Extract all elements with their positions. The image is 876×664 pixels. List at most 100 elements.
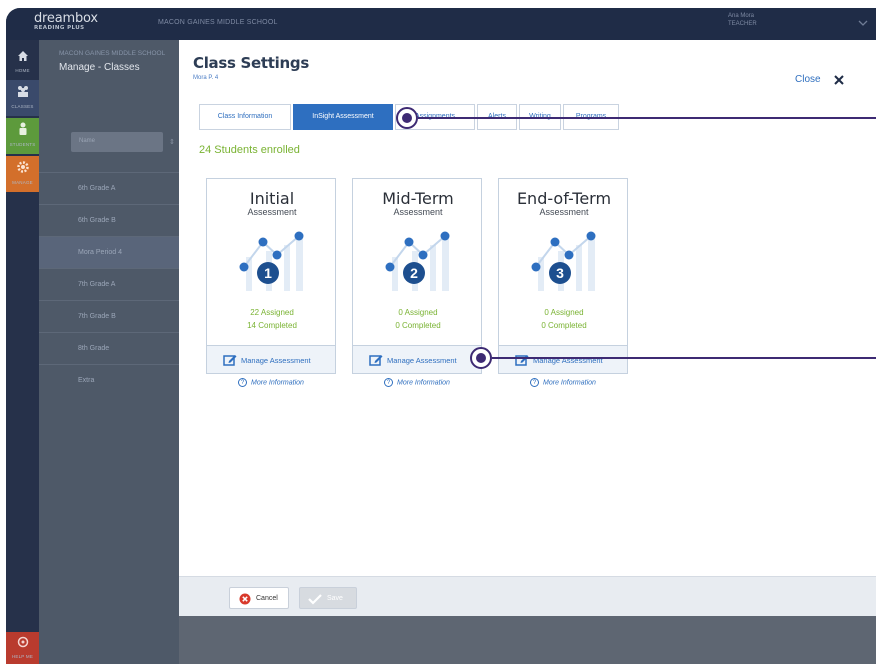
more-information-label: More Information: [397, 379, 450, 387]
assigned-count: 0 Assigned: [398, 308, 438, 317]
completed-count: 0 Completed: [541, 321, 587, 330]
nav-students[interactable]: STUDENTS: [6, 118, 39, 154]
nav-classes[interactable]: CLASSES: [6, 80, 39, 116]
save-label: Save: [327, 595, 343, 602]
class-row[interactable]: 8th Grade: [39, 332, 179, 364]
class-name: 7th Grade A: [78, 281, 116, 288]
edit-icon: [369, 355, 383, 366]
nav-help[interactable]: HELP ME: [6, 632, 39, 664]
modal-subtitle: Mora P. 4: [193, 75, 219, 81]
nav-home[interactable]: HOME: [6, 46, 39, 76]
callout-marker: [470, 347, 492, 369]
assessment-graph-icon: 3: [531, 231, 596, 291]
tab-class-information[interactable]: Class Information: [199, 104, 291, 130]
dreambox-logo[interactable]: dreambox READING PLUS: [34, 12, 98, 31]
card-number: 2: [410, 265, 418, 281]
card-subtitle: Assessment: [539, 207, 589, 217]
completed-count: 0 Completed: [395, 321, 441, 330]
close-button[interactable]: Close: [795, 74, 821, 85]
modal-title: Class Settings: [193, 54, 309, 72]
callout-leader-line: [492, 357, 876, 359]
question-icon: ?: [384, 378, 394, 387]
name-sort-header[interactable]: Name: [71, 132, 163, 152]
panel-school-name: MACON GAINES MIDDLE SCHOOL: [59, 50, 166, 57]
close-icon[interactable]: [834, 75, 844, 85]
nav-manage-label: MANAGE: [12, 180, 33, 185]
class-name: Mora Period 4: [78, 249, 122, 256]
class-row[interactable]: 7th Grade B: [39, 300, 179, 332]
manage-assessment-label: Manage Assessment: [387, 356, 457, 365]
class-name: 7th Grade B: [78, 313, 116, 320]
more-information-link[interactable]: ? More Information: [498, 378, 628, 387]
assessment-card-mid-term: Mid-Term Assessment 2 0 Assigned 0 Compl…: [352, 178, 482, 374]
assessment-card-end-of-term: End-of-Term Assessment 3 0 Assigned 0 Co…: [498, 178, 628, 374]
sort-icon[interactable]: ⇕: [169, 138, 175, 146]
class-settings-modal: Class Settings Mora P. 4 Close Class Inf…: [179, 40, 876, 616]
assigned-count: 0 Assigned: [544, 308, 584, 317]
user-name: Ana Mora: [728, 13, 755, 19]
question-icon: ?: [238, 378, 248, 387]
cancel-icon: [239, 593, 251, 605]
assessment-card-initial: Initial Assessment 1 22 Assigned 14 Comp…: [206, 178, 336, 374]
class-row[interactable]: 6th Grade B: [39, 204, 179, 236]
name-header-label: Name: [79, 138, 96, 144]
modal-footer: Cancel Save: [179, 576, 876, 616]
logo-text: dreambox: [34, 11, 98, 26]
card-number: 3: [556, 265, 564, 281]
manage-classes-panel: MACON GAINES MIDDLE SCHOOL Manage - Clas…: [39, 40, 179, 664]
students-enrolled: 24 Students enrolled: [199, 144, 300, 156]
help-icon: [17, 636, 28, 648]
more-information-label: More Information: [251, 379, 304, 387]
class-name: 6th Grade B: [78, 217, 116, 224]
app-screen: dreambox READING PLUS MACON GAINES MIDDL…: [6, 8, 876, 664]
school-name: MACON GAINES MIDDLE SCHOOL: [158, 19, 278, 26]
card-subtitle: Assessment: [393, 207, 443, 217]
home-icon: [17, 51, 28, 61]
question-icon: ?: [530, 378, 540, 387]
card-title: Initial: [249, 189, 295, 208]
card-title: End-of-Term: [516, 189, 612, 208]
class-row-selected[interactable]: Mora Period 4: [39, 236, 179, 268]
manage-assessment-button[interactable]: Manage Assessment: [499, 345, 627, 373]
cancel-label: Cancel: [256, 595, 278, 602]
class-row[interactable]: Extra: [39, 364, 179, 396]
save-button[interactable]: Save: [299, 587, 357, 609]
chevron-down-icon[interactable]: [857, 18, 869, 28]
assessment-graph-icon: 1: [239, 231, 304, 291]
nav-students-label: STUDENTS: [9, 142, 36, 147]
class-name: 8th Grade: [78, 345, 110, 352]
edit-icon: [223, 355, 237, 366]
user-role: TEACHER: [728, 21, 757, 27]
class-row[interactable]: 6th Grade A: [39, 172, 179, 204]
nav-help-label: HELP ME: [11, 654, 34, 659]
callout-leader-line: [418, 117, 876, 119]
user-menu[interactable]: Ana Mora TEACHER: [728, 12, 757, 28]
nav-home-label: HOME: [15, 68, 30, 73]
classes-icon: [17, 86, 28, 97]
manage-assessment-label: Manage Assessment: [241, 356, 311, 365]
class-row[interactable]: 7th Grade A: [39, 268, 179, 300]
assigned-count: 22 Assigned: [250, 308, 294, 317]
assessment-graph-icon: 2: [385, 231, 450, 291]
completed-count: 14 Completed: [247, 321, 297, 330]
nav-manage[interactable]: MANAGE: [6, 156, 39, 192]
card-title: Mid-Term: [382, 189, 454, 208]
manage-assessment-button[interactable]: Manage Assessment: [353, 345, 481, 373]
more-information-label: More Information: [543, 379, 596, 387]
tab-insight-assessment[interactable]: InSight Assessment: [293, 104, 393, 130]
card-subtitle: Assessment: [247, 207, 297, 217]
manage-assessment-button[interactable]: Manage Assessment: [207, 345, 335, 373]
edit-icon: [515, 355, 529, 366]
device-frame: dreambox READING PLUS MACON GAINES MIDDL…: [0, 0, 876, 664]
left-nav: HOME CLASSES STUDENTS MANAGE HELP ME: [6, 40, 39, 664]
cancel-button[interactable]: Cancel: [229, 587, 289, 609]
panel-title: Manage - Classes: [59, 62, 140, 73]
top-bar: dreambox READING PLUS MACON GAINES MIDDL…: [6, 8, 876, 40]
student-icon: [19, 122, 26, 135]
more-information-link[interactable]: ? More Information: [206, 378, 336, 387]
callout-marker: [396, 107, 418, 129]
card-number: 1: [264, 265, 272, 281]
class-name: 6th Grade A: [78, 185, 116, 192]
nav-classes-label: CLASSES: [11, 104, 34, 109]
more-information-link[interactable]: ? More Information: [352, 378, 482, 387]
